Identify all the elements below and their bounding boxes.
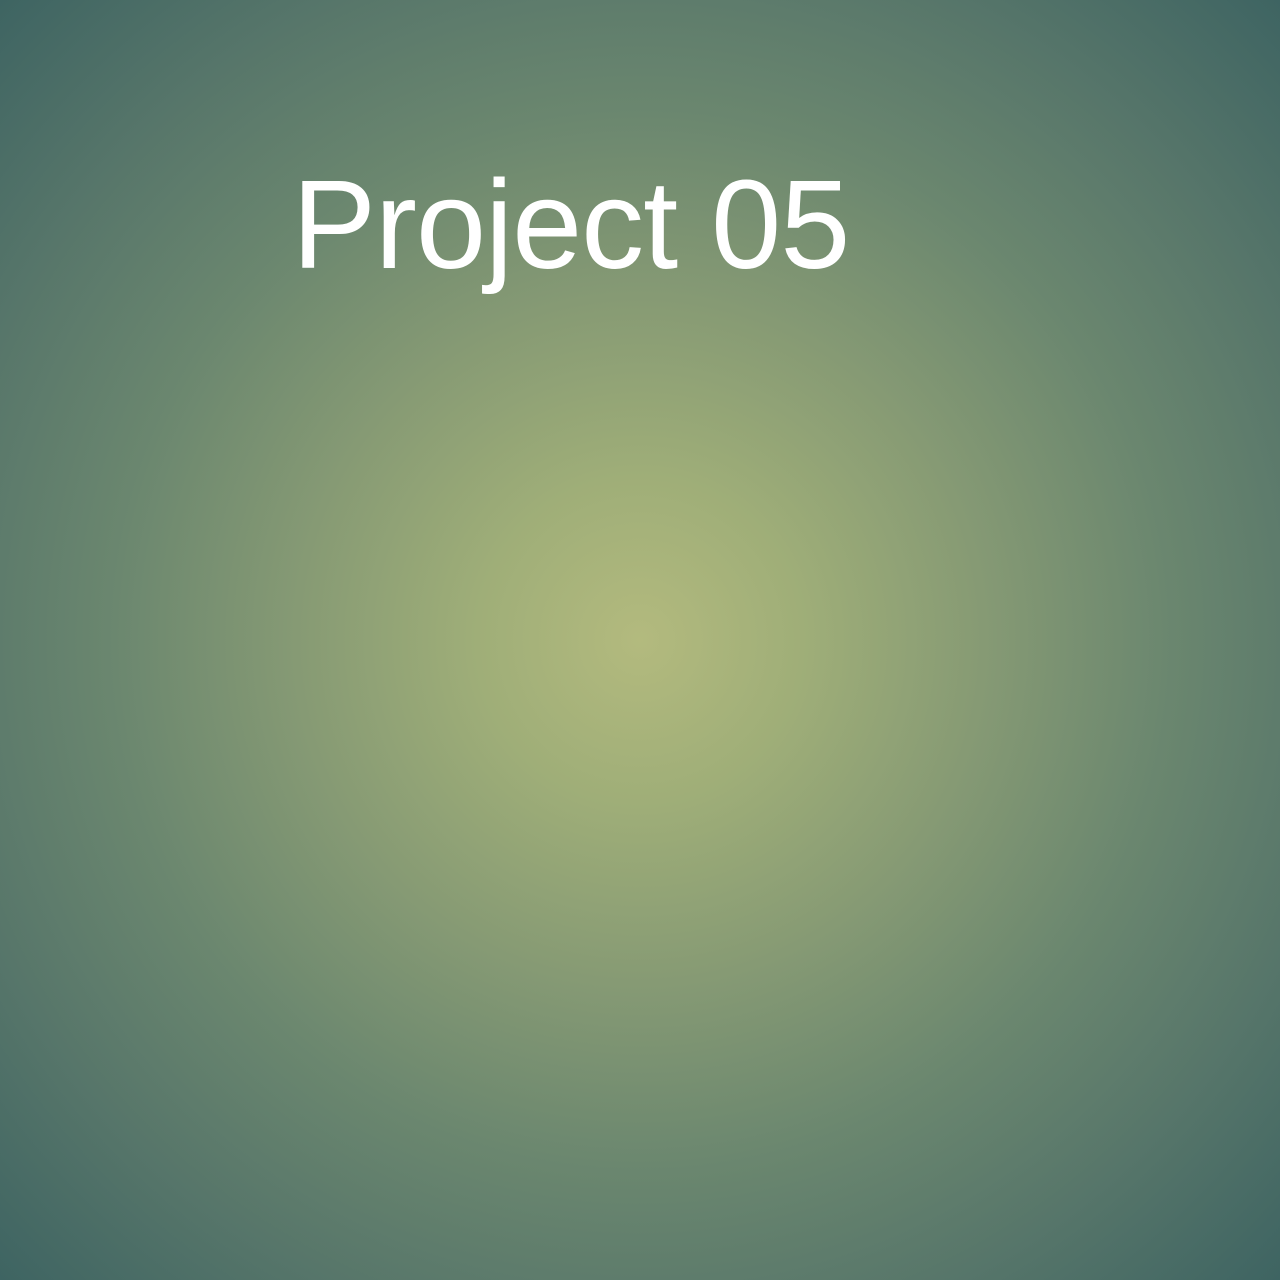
cover-canvas: Project 05 (0, 0, 1280, 1280)
project-title: Project 05 (292, 154, 850, 295)
